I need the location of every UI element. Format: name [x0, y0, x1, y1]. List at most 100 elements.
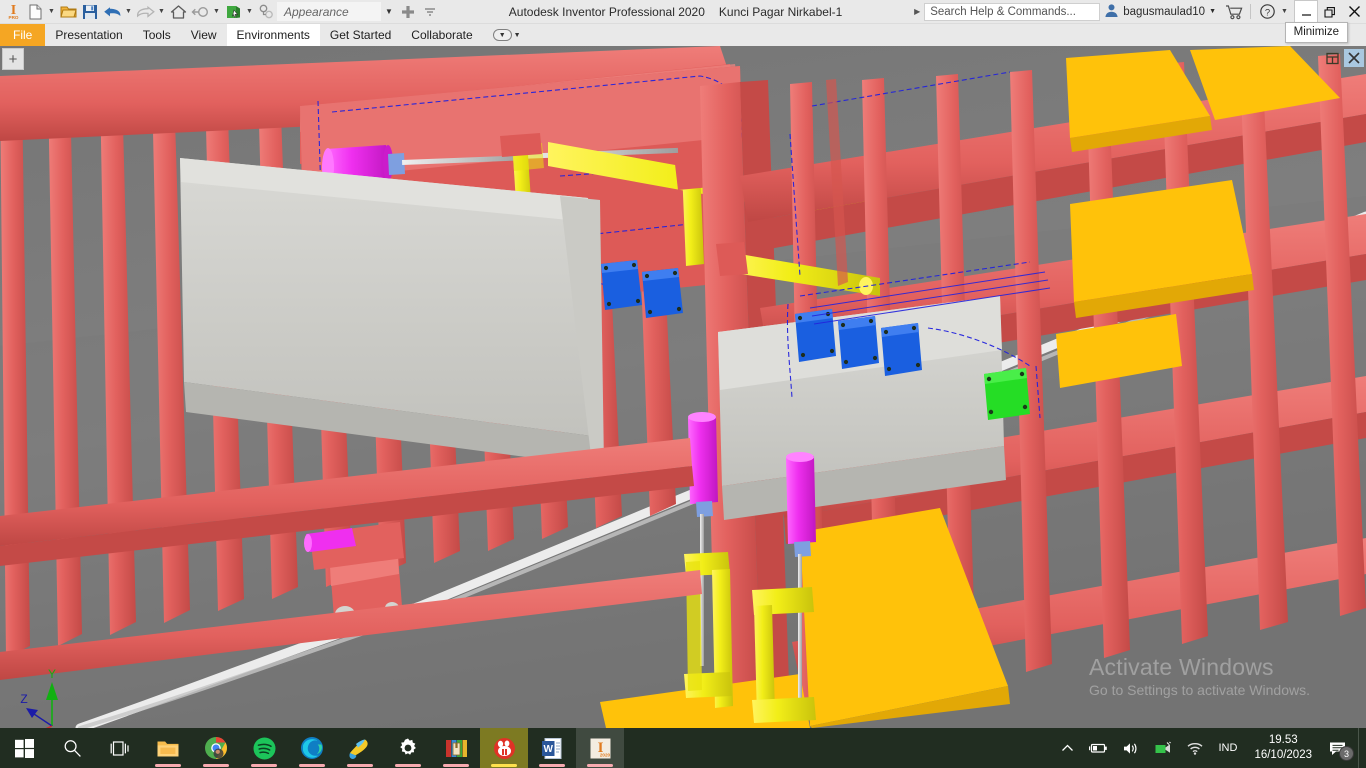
network-connect-icon	[1155, 741, 1172, 753]
battery-status[interactable]	[1081, 728, 1115, 768]
tab-view-label: View	[190, 28, 217, 42]
taskbar-item-word[interactable]: W	[528, 728, 576, 768]
appearance-list-arrow-icon[interactable]: ▼	[381, 7, 397, 16]
taskbar-item-chrome[interactable]	[192, 728, 240, 768]
running-indicator	[299, 764, 325, 767]
quick-access-toolbar: I PRO ▼ ▼ ▼ ▼ ▼ Appearance ▼	[0, 0, 441, 24]
notification-count-badge: 3	[1339, 746, 1354, 761]
search-input[interactable]: Search Help & Commands...	[924, 2, 1101, 21]
title-bar-right-group: ▶ Search Help & Commands... bagusmaulad1…	[910, 0, 1366, 24]
store-cart-icon[interactable]	[1222, 1, 1246, 23]
taskbar-search-button[interactable]	[48, 728, 96, 768]
language-label: IND	[1218, 742, 1238, 754]
add-icon[interactable]	[397, 1, 419, 23]
tab-file-label: File	[13, 28, 33, 42]
application-title-bar: I PRO ▼ ▼ ▼ ▼ ▼ Appearance ▼ Autodesk In…	[0, 0, 1366, 24]
return-icon	[189, 1, 211, 23]
wifi-icon	[1188, 742, 1203, 755]
tab-collaborate[interactable]: Collaborate	[401, 24, 482, 46]
taskbar-item-media-player[interactable]	[480, 728, 528, 768]
task-view-icon	[110, 740, 129, 756]
windows-taskbar: W I 2020 IND 19.53 16/10/2023 3	[0, 728, 1366, 768]
return-dropdown-icon: ▼	[213, 8, 220, 15]
new-file-dropdown-icon[interactable]: ▼	[46, 1, 57, 23]
start-button-icon	[14, 738, 34, 758]
tab-presentation[interactable]: Presentation	[45, 24, 132, 46]
svg-text:PRO: PRO	[8, 15, 18, 20]
svg-text:Z: Z	[20, 692, 27, 706]
ribbon-minimize-control[interactable]: ▼ ▼	[483, 24, 531, 46]
word-icon: W	[542, 737, 562, 759]
pcb-module-green-right	[984, 368, 1030, 420]
running-indicator	[587, 764, 613, 767]
start-button[interactable]	[0, 728, 48, 768]
account-chevron-down-icon[interactable]: ▼	[1209, 8, 1216, 15]
clock-date: 16/10/2023	[1254, 749, 1312, 761]
taskbar-item-inventor[interactable]: I 2020	[576, 728, 624, 768]
appearance-selector[interactable]: Appearance	[277, 2, 381, 21]
search-expand-arrow-icon[interactable]: ▶	[910, 7, 924, 16]
open-folder-icon[interactable]	[57, 1, 79, 23]
tab-get-started[interactable]: Get Started	[320, 24, 401, 46]
ribbon-tab-bar: File Presentation Tools View Environment…	[0, 24, 1366, 46]
taskbar-item-winrar[interactable]	[432, 728, 480, 768]
document-title: Kunci Pagar Nirkabel-1	[718, 4, 843, 19]
material-icon[interactable]	[255, 1, 277, 23]
paint-icon	[349, 739, 368, 759]
edge-icon	[301, 737, 323, 759]
running-indicator	[251, 764, 277, 767]
running-indicator	[491, 764, 517, 767]
language-indicator[interactable]: IND	[1211, 728, 1244, 768]
save-icon[interactable]	[79, 1, 101, 23]
volume-button[interactable]	[1115, 728, 1147, 768]
model-viewport[interactable]: Y Z X +	[0, 46, 1366, 728]
svg-text:2020: 2020	[599, 752, 610, 757]
running-indicator	[203, 764, 229, 767]
tab-collaborate-label: Collaborate	[411, 28, 473, 42]
document-close-button[interactable]	[1344, 49, 1364, 67]
new-tab-button[interactable]: +	[2, 48, 24, 70]
notification-center-button[interactable]: 3	[1322, 728, 1358, 768]
tab-tools[interactable]: Tools	[133, 24, 181, 46]
taskbar-item-spotify[interactable]	[240, 728, 288, 768]
user-avatar-icon	[1104, 3, 1119, 21]
chrome-icon	[205, 737, 227, 759]
show-desktop-button[interactable]	[1358, 728, 1364, 768]
inventor-logo-icon: I PRO	[2, 1, 24, 23]
task-view-button[interactable]	[96, 728, 144, 768]
wifi-status[interactable]	[1179, 728, 1211, 768]
restore-button[interactable]	[1318, 1, 1342, 23]
document-restore-button[interactable]	[1322, 49, 1342, 67]
show-hidden-icons-button[interactable]	[1054, 728, 1081, 768]
taskbar-item-paint3d[interactable]	[336, 728, 384, 768]
appearance-swatch-icon[interactable]	[222, 1, 244, 23]
appearance-dropdown-icon[interactable]: ▼	[244, 1, 255, 23]
home-icon[interactable]	[167, 1, 189, 23]
new-file-icon[interactable]	[24, 1, 46, 23]
help-dropdown-icon[interactable]: ▼	[1279, 1, 1290, 23]
minimize-button[interactable]	[1294, 0, 1318, 23]
tab-environments[interactable]: Environments	[226, 24, 320, 46]
minimize-tooltip-text: Minimize	[1293, 26, 1339, 38]
ribbon-minimize-arrow-icon[interactable]: ▼	[514, 32, 521, 39]
help-icon[interactable]: ?	[1255, 1, 1279, 23]
taskbar-item-file-explorer[interactable]	[144, 728, 192, 768]
undo-dropdown-icon[interactable]: ▼	[123, 1, 134, 23]
clock-time: 19.53	[1268, 734, 1298, 746]
tab-view[interactable]: View	[181, 24, 227, 46]
svg-text:W: W	[543, 744, 553, 755]
svg-text:Y: Y	[48, 667, 56, 681]
tab-file[interactable]: File	[0, 24, 46, 46]
account-menu[interactable]: bagusmaulad10 ▼	[1100, 3, 1222, 21]
tab-get-started-label: Get Started	[329, 28, 392, 42]
desktop-root: I PRO ▼ ▼ ▼ ▼ ▼ Appearance ▼ Autodesk In…	[0, 0, 1366, 768]
clock[interactable]: 19.53 16/10/2023	[1244, 728, 1322, 768]
close-button[interactable]	[1342, 1, 1366, 23]
tab-presentation-label: Presentation	[55, 28, 123, 42]
qat-dropdown-icon[interactable]	[419, 1, 441, 23]
search-icon	[64, 739, 81, 757]
network-connect-status[interactable]	[1147, 728, 1179, 768]
taskbar-item-settings[interactable]	[384, 728, 432, 768]
taskbar-item-edge[interactable]	[288, 728, 336, 768]
undo-icon[interactable]	[101, 1, 123, 23]
